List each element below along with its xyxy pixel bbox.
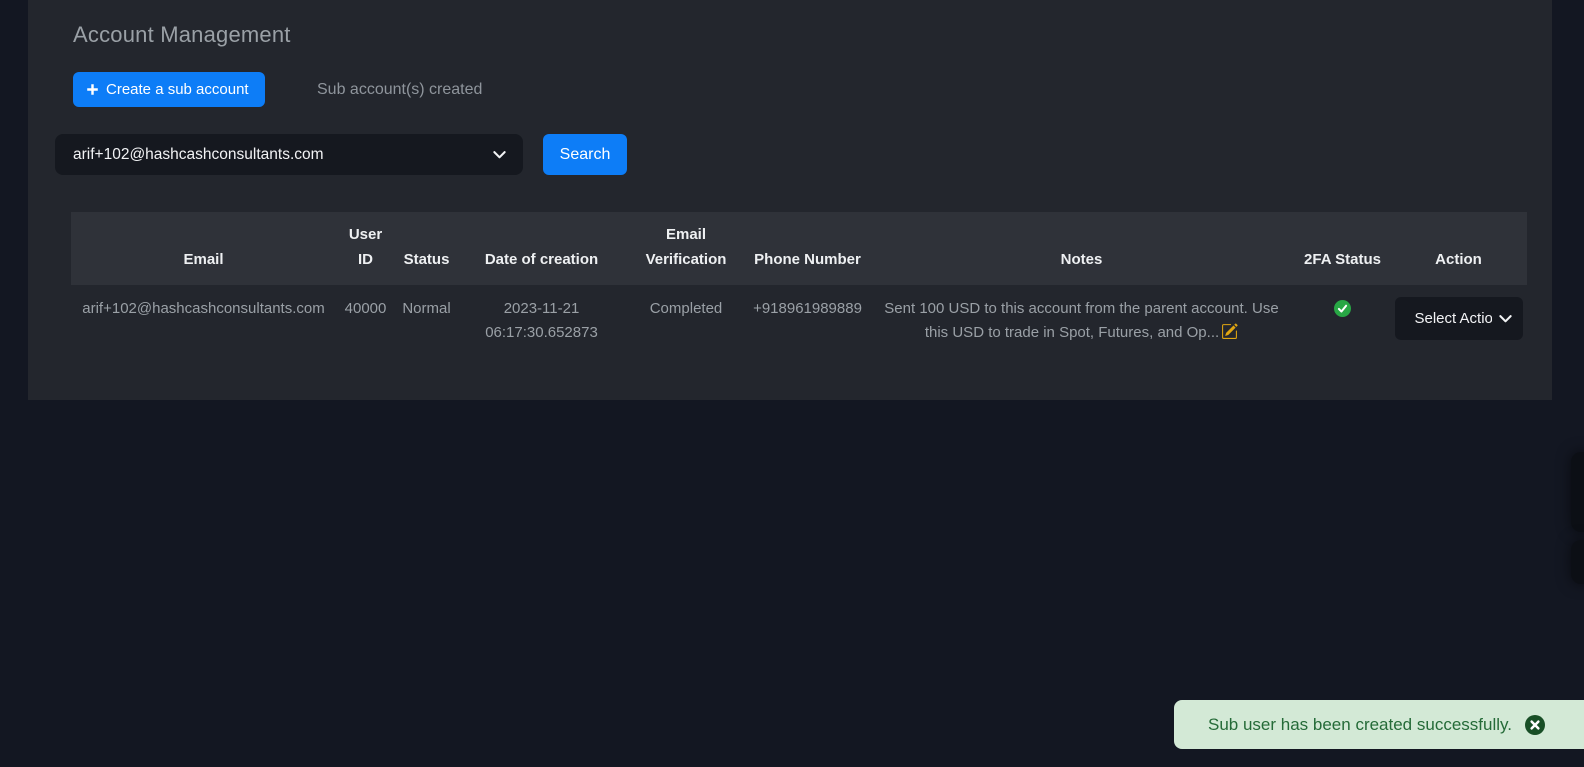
account-management-panel: Account Management Create a sub account …	[28, 0, 1552, 400]
create-sub-account-label: Create a sub account	[106, 81, 249, 98]
table-header-row: Email User ID Status Date of creation Em…	[71, 212, 1527, 285]
cell-notes: Sent 100 USD to this account from the pa…	[868, 285, 1295, 361]
chevron-down-icon	[493, 151, 506, 159]
col-header-email: Email	[71, 212, 336, 285]
floating-edge-widget	[1571, 452, 1584, 532]
cell-status: Normal	[402, 300, 451, 317]
toast-message: Sub user has been created successfully.	[1208, 714, 1512, 734]
cell-date-of-creation: 2023-11-21 06:17:30.652873	[485, 300, 598, 341]
success-toast: Sub user has been created successfully.	[1174, 700, 1584, 749]
col-header-user-id: User ID	[336, 212, 395, 285]
col-header-status: Status	[395, 212, 458, 285]
col-header-email-verification: Email Verification	[625, 212, 747, 285]
col-header-2fa-status: 2FA Status	[1295, 212, 1390, 285]
x-circle-icon[interactable]	[1524, 714, 1545, 735]
account-select-value: arif+102@hashcashconsultants.com	[73, 145, 324, 163]
search-button[interactable]: Search	[543, 134, 627, 175]
cell-user-id: 40000	[344, 300, 387, 317]
col-header-phone-number: Phone Number	[747, 212, 868, 285]
action-select-label: Select Action	[1414, 309, 1492, 327]
page-background: { "page": { "title": "Account Management…	[0, 0, 1584, 767]
col-header-action: Action	[1390, 212, 1527, 285]
notes-text: Sent 100 USD to this account from the pa…	[884, 300, 1279, 341]
check-circle-icon	[1334, 300, 1351, 317]
create-sub-account-button[interactable]: Create a sub account	[73, 72, 265, 107]
cell-phone-number: +918961989889	[753, 300, 862, 317]
page-title: Account Management	[73, 22, 291, 47]
plus-icon	[87, 84, 98, 95]
col-header-notes: Notes	[868, 212, 1295, 285]
cell-email: arif+102@hashcashconsultants.com	[82, 300, 325, 317]
chevron-down-icon	[1498, 315, 1512, 323]
account-select[interactable]: arif+102@hashcashconsultants.com	[55, 134, 523, 175]
pencil-square-icon[interactable]	[1221, 323, 1238, 340]
floating-edge-widget	[1571, 540, 1584, 584]
sub-accounts-table: Email User ID Status Date of creation Em…	[71, 212, 1527, 361]
table-row: arif+102@hashcashconsultants.com 40000 N…	[71, 285, 1527, 361]
action-select[interactable]: Select Action	[1394, 297, 1523, 340]
cell-action: Select Action	[1390, 285, 1527, 361]
sub-accounts-created-label: Sub account(s) created	[317, 81, 483, 98]
cell-email-verification: Completed	[649, 300, 723, 317]
col-header-date-of-creation: Date of creation	[458, 212, 625, 285]
cell-2fa-status	[1295, 285, 1390, 361]
